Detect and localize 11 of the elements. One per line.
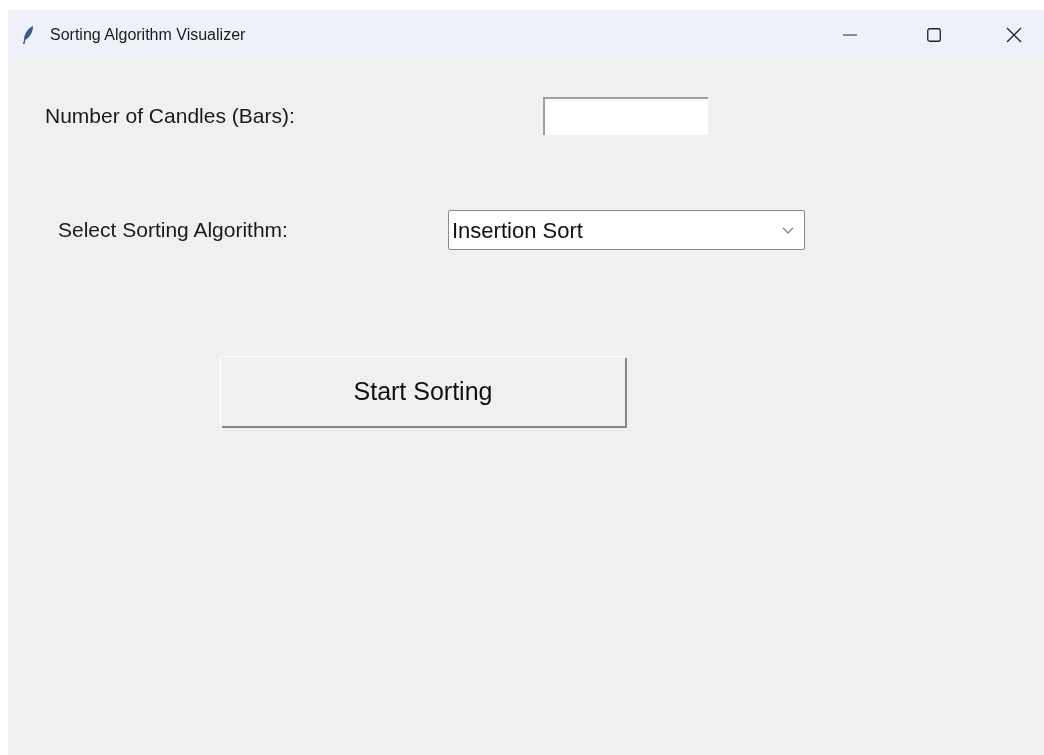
maximize-icon <box>927 28 941 42</box>
window-title: Sorting Algorithm Visualizer <box>50 25 246 45</box>
close-icon <box>1006 27 1022 43</box>
candles-input[interactable] <box>543 97 708 135</box>
minimize-icon <box>843 34 857 36</box>
chevron-down-icon <box>782 226 794 234</box>
algorithm-label: Select Sorting Algorithm: <box>58 217 289 244</box>
candles-label: Number of Candles (Bars): <box>45 103 296 130</box>
feather-icon <box>22 25 34 45</box>
start-sorting-button[interactable]: Start Sorting <box>220 356 625 426</box>
algorithm-dropdown[interactable]: Insertion Sort <box>448 210 805 250</box>
